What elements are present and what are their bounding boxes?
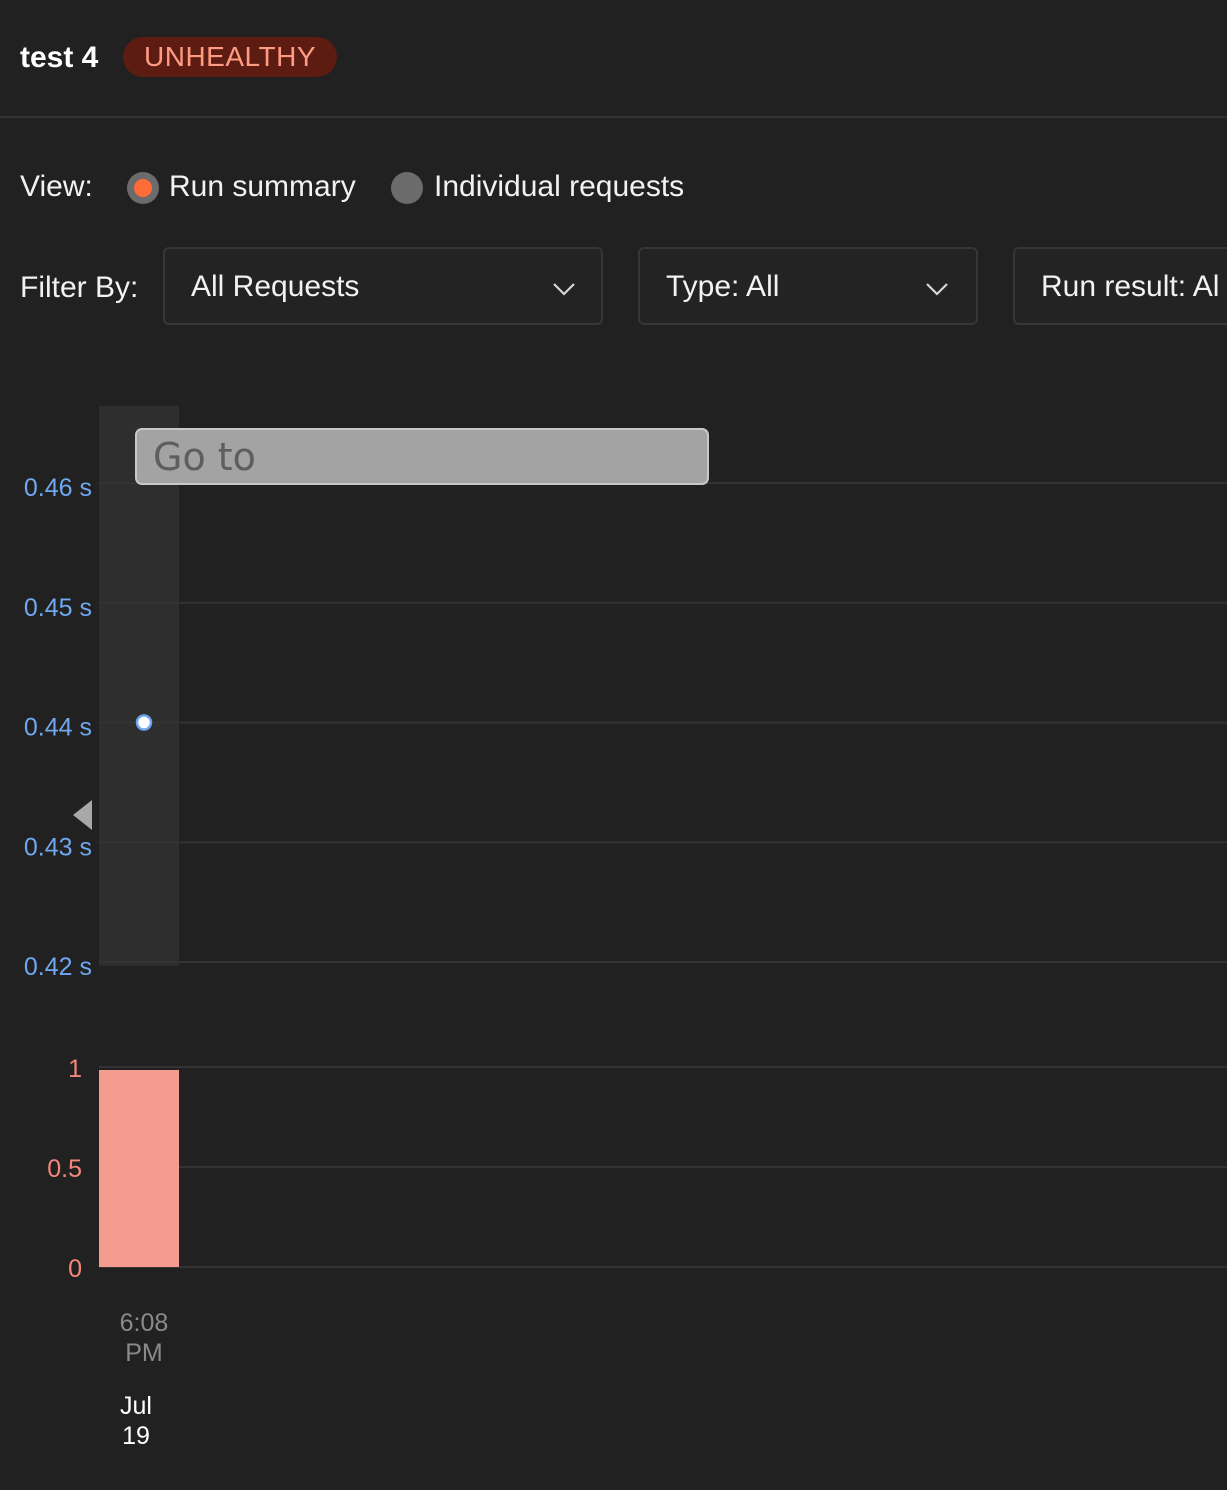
radio-individual-requests[interactable] [391, 172, 423, 204]
tooltip-arrow-icon [73, 800, 92, 830]
requests-filter-dropdown[interactable]: All Requests [163, 247, 603, 325]
type-filter-dropdown[interactable]: Type: All [638, 247, 978, 325]
y-tick-label: 0.43 s [24, 833, 92, 861]
view-label: View: [20, 170, 93, 203]
count-axis-labels: 10.50 [47, 1055, 82, 1283]
run-summary-chart: 0.46 s0.45 s0.44 s0.43 s0.42 s 10.50 6:0… [24, 406, 1227, 1450]
radio-run-summary-label[interactable]: Run summary [169, 164, 356, 210]
response-time-gridlines [99, 482, 1227, 963]
x-tick-day: 19 [122, 1422, 150, 1450]
x-tick-time: 6:08 [120, 1309, 169, 1337]
header: test 4 UNHEALTHY [0, 0, 1227, 118]
data-point [135, 714, 153, 731]
requests-filter-value: All Requests [191, 270, 360, 303]
radio-individual-requests-label[interactable]: Individual requests [434, 164, 684, 210]
y-tick-label: 0.5 [47, 1155, 82, 1183]
y-tick-label: 0.42 s [24, 953, 92, 981]
count-bars [99, 1070, 179, 1267]
status-badge: UNHEALTHY [123, 37, 338, 77]
radio-run-summary[interactable] [127, 172, 159, 204]
page: test 4 UNHEALTHY View: Run summary Indiv… [0, 0, 1227, 1490]
filter-label: Filter By: [20, 271, 139, 304]
chevron-down-icon [926, 283, 948, 296]
y-tick-label: 0.44 s [24, 714, 92, 742]
type-filter-value: Type: All [666, 270, 780, 303]
hover-highlight-column [99, 406, 179, 966]
x-tick-period: PM [125, 1339, 163, 1367]
response-time-points [135, 714, 153, 731]
y-tick-label: 0.45 s [24, 594, 92, 622]
y-tick-label: 0.46 s [24, 474, 92, 502]
page-title: test 4 [20, 41, 99, 74]
chevron-down-icon [553, 283, 575, 296]
run-result-filter-value: Run result: Al [1041, 270, 1220, 303]
count-gridlines [99, 1066, 1227, 1268]
y-tick-label: 1 [68, 1055, 82, 1083]
x-tick-month: Jul [120, 1392, 152, 1420]
response-time-axis-labels: 0.46 s 0.45 s 0.44 s 0.43 s 0.42 s [24, 474, 92, 981]
goto-input[interactable] [135, 428, 709, 485]
run-result-filter-dropdown[interactable]: Run result: Al [1013, 247, 1227, 325]
y-tick-label: 0 [68, 1255, 82, 1283]
count-bar [99, 1070, 179, 1267]
